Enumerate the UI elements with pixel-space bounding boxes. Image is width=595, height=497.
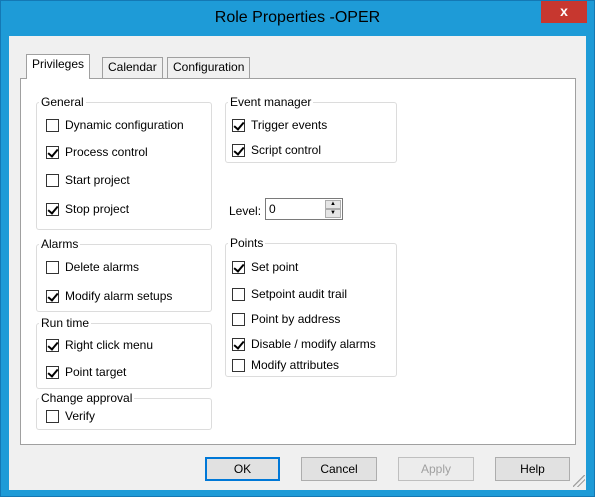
stop-project-checkbox[interactable]: Stop project [46,202,129,216]
delete-alarms-checkbox[interactable]: Delete alarms [46,260,139,274]
modify-attributes-checkbox[interactable]: Modify attributes [232,358,339,372]
process-control-checkbox[interactable]: Process control [46,145,148,159]
level-label: Level: [229,204,262,218]
ok-button[interactable]: OK [205,457,280,481]
title-bar[interactable]: Role Properties -OPER x [1,1,594,36]
runtime-legend: Run time [41,316,90,330]
alarms-legend: Alarms [41,237,79,251]
dynamic-configuration-checkbox[interactable]: Dynamic configuration [46,118,184,132]
checkbox-label: Dynamic configuration [65,118,184,132]
trigger-events-checkbox[interactable]: Trigger events [232,118,327,132]
point-by-address-checkbox[interactable]: Point by address [232,312,340,326]
checkbox-label: Process control [65,145,148,159]
checkbox-box[interactable] [46,338,59,352]
checkbox-box[interactable] [46,260,59,274]
checkbox-label: Point target [65,365,127,379]
help-button[interactable]: Help [495,457,570,481]
checkbox-box[interactable] [46,145,59,159]
checkbox-box[interactable] [232,287,245,301]
point-target-checkbox[interactable]: Point target [46,365,126,379]
checkbox-box[interactable] [46,289,59,303]
checkbox-box[interactable] [232,358,245,372]
checkbox-label: Disable / modify alarms [251,337,376,351]
checkbox-label: Delete alarms [65,260,140,274]
set-point-checkbox[interactable]: Set point [232,260,298,274]
start-project-checkbox[interactable]: Start project [46,173,130,187]
event-manager-legend: Event manager [230,95,312,109]
checkbox-label: Stop project [65,202,130,216]
checkbox-box[interactable] [232,337,245,351]
checkbox-label: Modify alarm setups [65,289,173,303]
tab-privileges[interactable]: Privileges [26,54,91,79]
script-control-checkbox[interactable]: Script control [232,143,321,157]
apply-button[interactable]: Apply [398,457,474,481]
checkbox-box[interactable] [46,365,59,379]
checkbox-box[interactable] [46,173,59,187]
checkbox-label: Right click menu [65,338,154,352]
modify-alarm-setups-checkbox[interactable]: Modify alarm setups [46,289,172,303]
checkbox-box[interactable] [46,202,59,216]
tab-calendar[interactable]: Calendar [102,57,163,78]
disable-modify-alarms-checkbox[interactable]: Disable / modify alarms [232,337,376,351]
checkbox-box[interactable] [232,260,245,274]
resize-grip[interactable] [573,475,585,487]
checkbox-label: Start project [65,173,130,187]
cancel-button[interactable]: Cancel [301,457,377,481]
window-title: Role Properties -OPER [214,9,381,26]
general-legend: General [41,95,84,109]
checkbox-label: Setpoint audit trail [251,287,348,301]
checkbox-box[interactable] [232,118,245,132]
right-click-menu-checkbox[interactable]: Right click menu [46,338,153,352]
checkbox-label: Trigger events [251,118,328,132]
setpoint-audit-trail-checkbox[interactable]: Setpoint audit trail [232,287,347,301]
checkbox-box[interactable] [46,409,59,423]
checkbox-box[interactable] [232,143,245,157]
points-group: Points [225,237,397,377]
level-spinner[interactable]: 0 ▲ ▼ [265,198,343,220]
close-button[interactable]: x [541,1,587,23]
checkbox-label: Verify [65,409,96,423]
points-legend: Points [230,236,264,250]
checkbox-label: Script control [251,143,322,157]
checkbox-label: Set point [251,260,299,274]
checkbox-label: Modify attributes [251,358,340,372]
checkbox-label: Point by address [251,312,341,326]
checkbox-box[interactable] [46,118,59,132]
spin-up-button[interactable]: ▲ [325,200,341,209]
checkbox-box[interactable] [232,312,245,326]
change-approval-legend: Change approval [41,391,133,405]
verify-checkbox[interactable]: Verify [46,409,95,423]
level-value[interactable]: 0 [269,202,276,216]
spin-down-button[interactable]: ▼ [325,209,341,218]
tab-configuration[interactable]: Configuration [167,57,251,78]
